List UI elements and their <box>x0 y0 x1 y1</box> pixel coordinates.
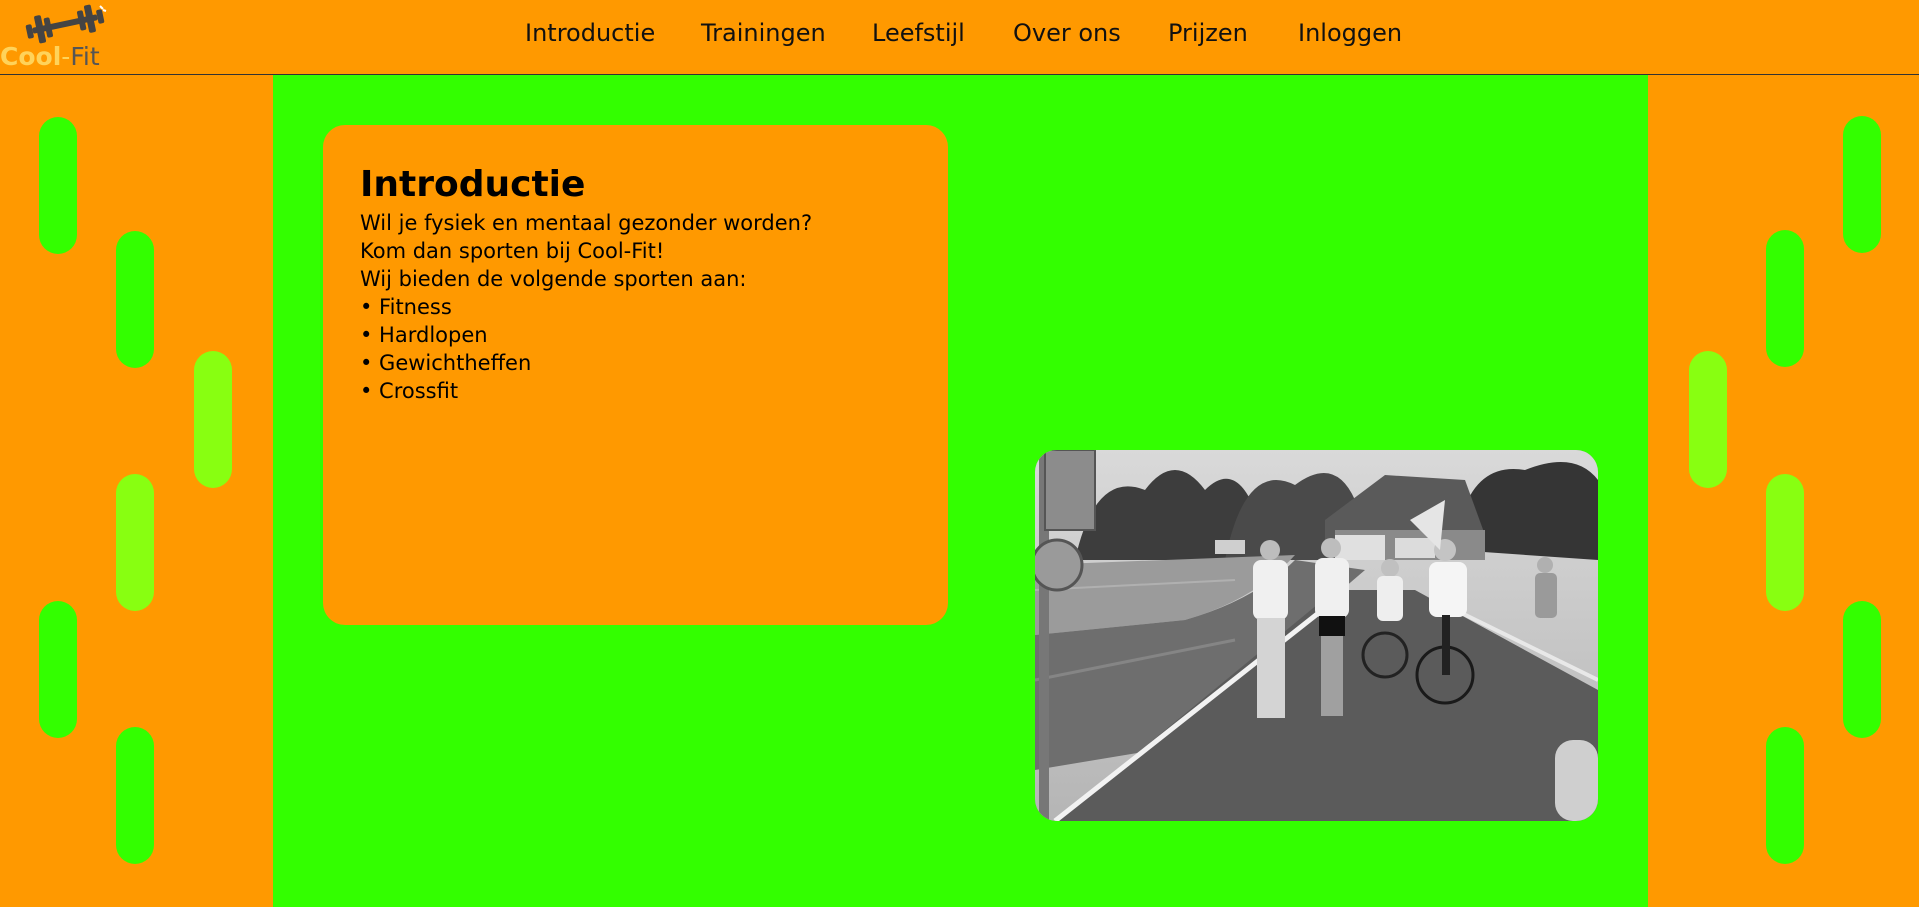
decorative-pill <box>116 231 154 368</box>
nav-item-trainingen[interactable]: Trainingen <box>701 18 826 48</box>
decorative-pill <box>116 727 154 864</box>
intro-card: Introductie Wil je fysiek en mentaal gez… <box>323 125 948 625</box>
decorative-pill <box>1843 601 1881 738</box>
decorative-pill <box>1766 230 1804 367</box>
nav-item-prijzen[interactable]: Prijzen <box>1168 18 1248 48</box>
decorative-pill <box>39 601 77 738</box>
running-cycling-scene <box>1035 450 1598 821</box>
intro-title: Introductie <box>360 164 586 205</box>
decorative-pill <box>39 117 77 254</box>
decorative-pill <box>1766 727 1804 864</box>
nav-item-over-ons[interactable]: Over ons <box>1013 18 1121 48</box>
site-header: Cool-Fit Introductie Trainingen Leefstij… <box>0 0 1919 75</box>
decorative-pill <box>1843 116 1881 253</box>
nav-item-leefstijl[interactable]: Leefstijl <box>872 18 965 48</box>
decorative-pill <box>1766 474 1804 611</box>
decorative-pill <box>116 474 154 611</box>
intro-line: Wil je fysiek en mentaal gezonder worden… <box>360 211 813 235</box>
decorative-pill <box>1689 351 1727 488</box>
nav-item-inloggen[interactable]: Inloggen <box>1298 18 1402 48</box>
running-photo <box>1035 450 1598 821</box>
main-nav: Introductie Trainingen Leefstijl Over on… <box>0 0 1919 74</box>
intro-line: Kom dan sporten bij Cool-Fit! <box>360 239 665 263</box>
sport-list-item: • Fitness <box>360 295 452 319</box>
main-content: Introductie Wil je fysiek en mentaal gez… <box>273 75 1648 907</box>
decorative-pill <box>194 351 232 488</box>
nav-item-introductie[interactable]: Introductie <box>525 18 655 48</box>
intro-text: Wil je fysiek en mentaal gezonder worden… <box>360 209 812 405</box>
intro-line: Wij bieden de volgende sporten aan: <box>360 267 747 291</box>
sport-list-item: • Hardlopen <box>360 323 488 347</box>
sport-list-item: • Crossfit <box>360 379 459 403</box>
sport-list-item: • Gewichtheffen <box>360 351 532 375</box>
